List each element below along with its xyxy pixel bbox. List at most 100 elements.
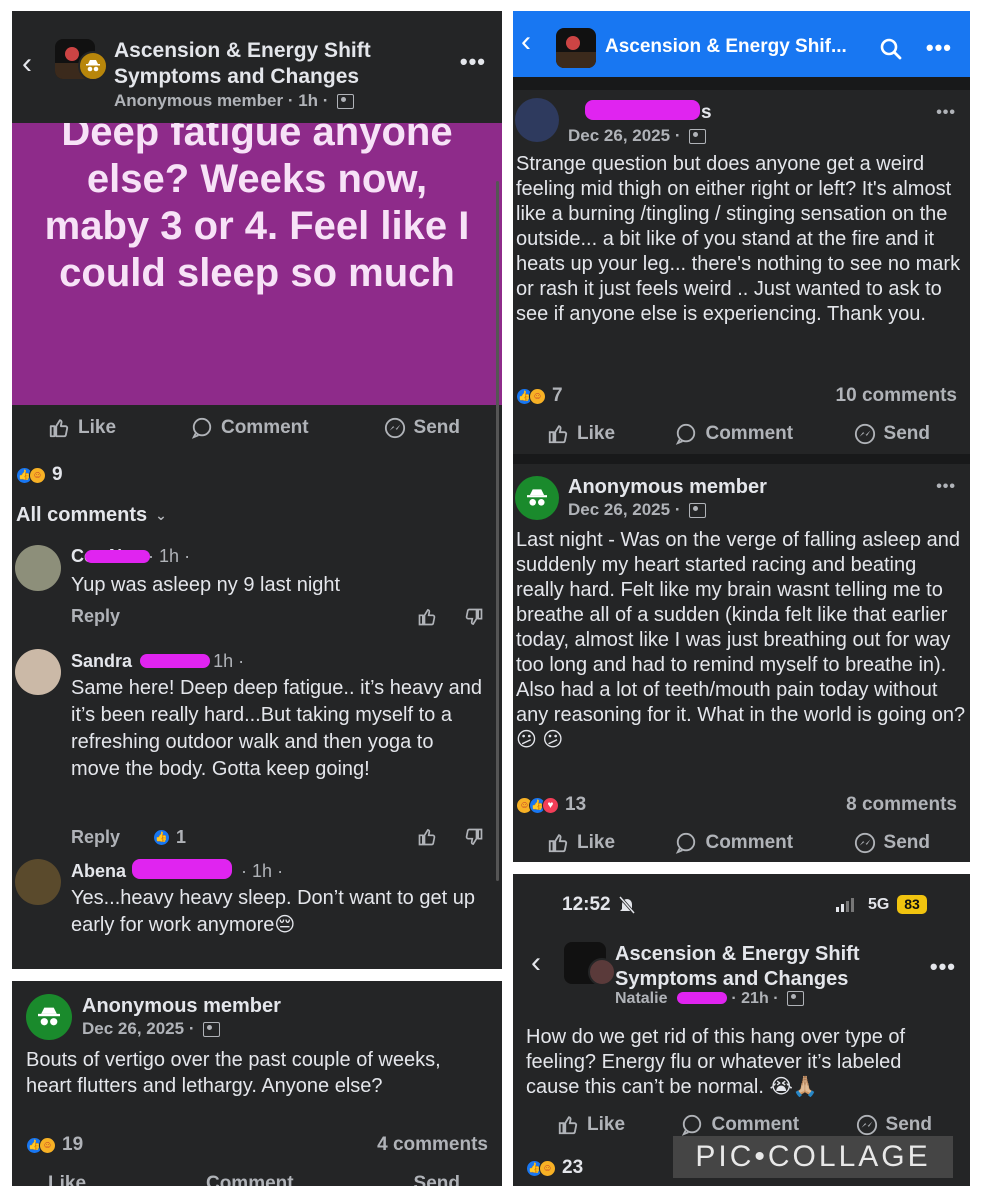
thumbs-up-icon[interactable] bbox=[417, 827, 437, 847]
more-options-icon[interactable]: ••• bbox=[926, 35, 952, 61]
group-avatar[interactable] bbox=[556, 28, 596, 68]
comment-reaction-count[interactable]: 👍 1 bbox=[153, 827, 186, 848]
send-button[interactable]: Send bbox=[854, 423, 930, 445]
post-time: 1h bbox=[298, 91, 319, 110]
commenter-name[interactable]: Abena bbox=[71, 861, 126, 881]
thumbs-up-icon bbox=[548, 425, 568, 444]
group-privacy-icon bbox=[689, 129, 707, 145]
author-name[interactable]: Natalie bbox=[615, 990, 667, 1007]
panel-post-deep-fatigue: ‹ Ascension & Energy Shift Symptoms and … bbox=[12, 11, 502, 969]
post-card: s ••• Dec 26, 2025 · Strange question bu… bbox=[513, 90, 970, 454]
commenter-avatar[interactable] bbox=[15, 649, 61, 695]
care-reaction-icon: ☺ bbox=[29, 466, 46, 484]
thumbs-down-icon[interactable] bbox=[464, 827, 484, 847]
redaction-mark bbox=[85, 550, 150, 563]
post-meta: Anonymous member · 1h · bbox=[114, 91, 355, 111]
thumbs-up-icon[interactable] bbox=[417, 607, 437, 627]
scrollbar[interactable] bbox=[496, 181, 499, 881]
care-reaction-icon: ☺ bbox=[529, 387, 546, 405]
anonymous-badge-icon bbox=[78, 51, 108, 81]
panel-group-feed: ‹ Ascension & Energy Shif... ••• s ••• D… bbox=[513, 11, 970, 862]
comment-text: Yup was asleep ny 9 last night bbox=[71, 574, 341, 596]
reaction-summary[interactable]: 👍 ☺ 23 bbox=[526, 1157, 583, 1179]
search-icon[interactable] bbox=[879, 37, 903, 61]
send-button[interactable]: Send bbox=[856, 1114, 932, 1136]
group-privacy-icon bbox=[689, 503, 707, 519]
comment-bubble-icon bbox=[676, 832, 696, 854]
back-chevron-icon[interactable]: ‹ bbox=[531, 946, 541, 980]
post-date: Dec 26, 2025 bbox=[568, 126, 671, 145]
comment-button[interactable]: Comment bbox=[681, 1114, 799, 1136]
author-avatar[interactable] bbox=[588, 958, 616, 986]
comments-count[interactable]: 10 comments bbox=[836, 385, 957, 407]
anonymous-avatar[interactable] bbox=[515, 476, 559, 520]
reply-button[interactable]: Reply bbox=[71, 606, 120, 627]
messenger-icon bbox=[854, 832, 875, 854]
comment-button[interactable]: Comment bbox=[675, 423, 793, 445]
group-name[interactable]: Ascension & Energy Shift Symptoms and Ch… bbox=[114, 38, 371, 90]
like-button[interactable]: Like bbox=[48, 417, 116, 439]
anonymous-avatar[interactable] bbox=[26, 994, 72, 1040]
thumbs-up-icon bbox=[548, 834, 568, 853]
comment-button[interactable]: Comment bbox=[206, 1173, 294, 1186]
send-button[interactable]: Send bbox=[384, 417, 460, 439]
comment-text: Yes...heavy heavy sleep. Don’t want to g… bbox=[71, 887, 475, 936]
post-action-bar: Like Comment Send bbox=[48, 1173, 460, 1186]
comments-count[interactable]: 8 comments bbox=[846, 794, 957, 816]
watermark: PIC•COLLAGE bbox=[673, 1136, 953, 1178]
incognito-icon bbox=[527, 489, 547, 506]
post-date: Dec 26, 2025 bbox=[82, 1019, 185, 1038]
love-reaction-icon: ♥ bbox=[542, 796, 559, 814]
like-button[interactable]: Like bbox=[48, 1173, 86, 1186]
comments-count[interactable]: 4 comments bbox=[377, 1134, 488, 1156]
more-options-icon[interactable]: ••• bbox=[460, 49, 486, 75]
send-button[interactable]: Send bbox=[854, 832, 930, 854]
like-reaction-icon: 👍 bbox=[153, 829, 170, 846]
author-name[interactable]: Anonymous member bbox=[568, 476, 767, 499]
thumbs-down-icon[interactable] bbox=[464, 607, 484, 627]
reply-button[interactable]: Reply bbox=[71, 827, 120, 848]
group-name[interactable]: Ascension & Energy Shif... bbox=[605, 36, 847, 58]
send-button[interactable]: Send bbox=[414, 1173, 460, 1186]
author-name[interactable]: Anonymous member bbox=[82, 995, 281, 1018]
more-options-icon[interactable]: ••• bbox=[936, 104, 956, 122]
battery-level: 83 bbox=[897, 895, 927, 914]
comment-bubble-icon bbox=[676, 423, 696, 445]
post-card: Anonymous member ••• Dec 26, 2025 · Last… bbox=[513, 464, 970, 862]
panel-post-hangover: 12:52 5G 83 ‹ Ascension & Energy Shift S… bbox=[513, 874, 970, 1186]
reaction-summary[interactable]: 👍 ☺ 9 bbox=[16, 464, 63, 486]
reaction-summary[interactable]: 👍 ☺ 7 bbox=[516, 385, 563, 407]
post-text: Bouts of vertigo over the past couple of… bbox=[26, 1049, 441, 1097]
commenter-avatar[interactable] bbox=[15, 545, 61, 591]
incognito-icon bbox=[38, 1007, 60, 1026]
reaction-summary[interactable]: ☺ 👍 ♥ 13 bbox=[516, 794, 586, 816]
comment-bubble-icon bbox=[191, 417, 212, 439]
back-chevron-icon[interactable]: ‹ bbox=[521, 25, 531, 59]
commenter-name[interactable]: Sandra bbox=[71, 651, 132, 671]
post-header: ‹ Ascension & Energy Shift Symptoms and … bbox=[12, 11, 502, 123]
more-options-icon[interactable]: ••• bbox=[930, 954, 956, 980]
panel-post-vertigo: Anonymous member Dec 26, 2025 · Bouts of… bbox=[12, 981, 502, 1186]
more-options-icon[interactable]: ••• bbox=[936, 478, 956, 496]
like-button[interactable]: Like bbox=[557, 1114, 625, 1136]
comment-time: 1h bbox=[252, 861, 273, 881]
commenter-avatar[interactable] bbox=[15, 859, 61, 905]
post-text: Last night - Was on the verge of falling… bbox=[516, 529, 966, 751]
group-name[interactable]: Ascension & Energy Shift Symptoms and Ch… bbox=[615, 942, 860, 992]
silent-bell-icon bbox=[619, 896, 635, 914]
all-comments-filter[interactable]: All comments ⌄ bbox=[16, 504, 167, 527]
like-button[interactable]: Like bbox=[547, 423, 615, 445]
signal-bars-icon bbox=[836, 898, 854, 912]
comment-button[interactable]: Comment bbox=[191, 417, 309, 439]
author-avatar[interactable] bbox=[515, 98, 559, 142]
like-button[interactable]: Like bbox=[547, 832, 615, 854]
messenger-icon bbox=[854, 423, 875, 445]
author-name[interactable]: Anonymous member bbox=[114, 91, 283, 110]
group-privacy-icon bbox=[786, 991, 804, 1007]
comment-button[interactable]: Comment bbox=[675, 832, 793, 854]
comment-text: Same here! Deep deep fatigue.. it’s heav… bbox=[71, 677, 483, 780]
messenger-icon bbox=[384, 417, 405, 439]
banner-text: Deep fatigue anyone else? Weeks now, mab… bbox=[44, 123, 470, 295]
reaction-summary[interactable]: 👍 ☺ 19 bbox=[26, 1134, 83, 1156]
back-chevron-icon[interactable]: ‹ bbox=[22, 47, 32, 81]
